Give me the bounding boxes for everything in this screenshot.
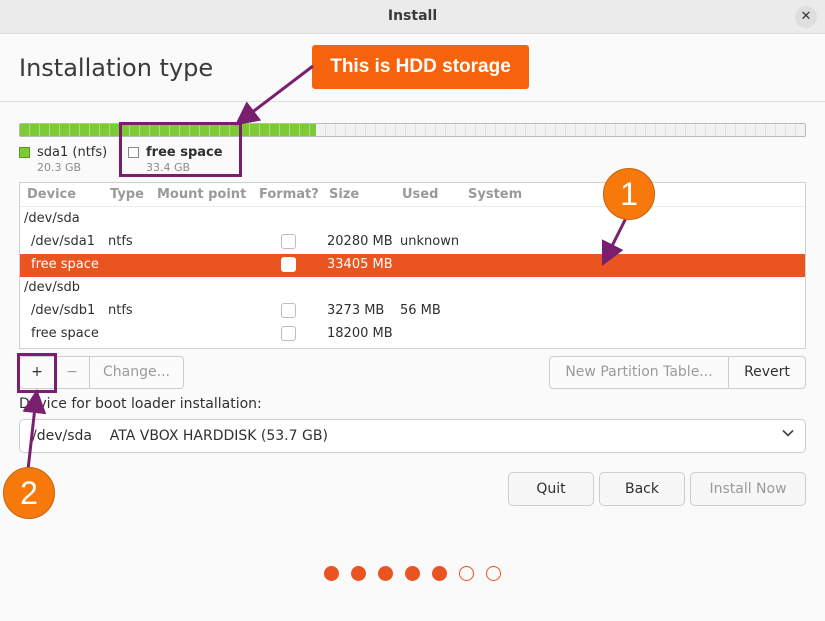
legend-swatch-green xyxy=(19,147,30,158)
highlight-box-add-button xyxy=(17,353,57,393)
cell-device: /dev/sda1 xyxy=(31,234,95,249)
disk-free-segment xyxy=(316,124,805,136)
chevron-down-icon xyxy=(782,429,794,437)
title-bar: Install ✕ xyxy=(0,0,825,34)
progress-dot-complete xyxy=(351,566,366,581)
progress-dot-complete xyxy=(324,566,339,581)
table-row[interactable]: /dev/sda xyxy=(20,208,805,231)
cell-size: 3273 MB xyxy=(327,303,385,318)
annotation-callout: This is HDD storage xyxy=(312,45,529,89)
table-row[interactable]: /dev/sdb xyxy=(20,277,805,300)
column-header-format[interactable]: Format? xyxy=(259,187,319,202)
annotation-badge-2: 2 xyxy=(3,467,55,519)
cell-device: /dev/sdb1 xyxy=(31,303,96,318)
format-checkbox[interactable] xyxy=(281,303,296,318)
column-header-used[interactable]: Used xyxy=(402,187,438,202)
column-header-type[interactable]: Type xyxy=(110,187,144,202)
close-button[interactable]: ✕ xyxy=(795,6,817,28)
format-checkbox[interactable] xyxy=(281,326,296,341)
arrow-to-free-space-legend xyxy=(234,64,314,126)
table-header: Device Type Mount point Format? Size Use… xyxy=(20,183,805,207)
table-row[interactable]: free space 33405 MB xyxy=(20,254,805,277)
column-header-system[interactable]: System xyxy=(468,187,522,202)
header-divider xyxy=(0,101,825,102)
cell-used: unknown xyxy=(400,234,460,249)
cell-device: /dev/sda xyxy=(24,211,80,226)
legend-size: 20.3 GB xyxy=(37,161,82,174)
cell-type: ntfs xyxy=(108,234,133,249)
column-header-mount-point[interactable]: Mount point xyxy=(157,187,246,202)
page-title: Installation type xyxy=(19,54,214,82)
window-title: Install xyxy=(387,8,438,24)
table-row[interactable]: free space 18200 MB xyxy=(20,323,805,346)
table-row[interactable]: /dev/sdb1 ntfs 3273 MB 56 MB xyxy=(20,300,805,323)
close-icon: ✕ xyxy=(800,9,812,24)
cell-device: /dev/sdb xyxy=(24,280,80,295)
partition-table: Device Type Mount point Format? Size Use… xyxy=(19,182,806,349)
progress-dot-pending xyxy=(459,566,474,581)
cell-device: free space xyxy=(31,257,99,272)
column-header-size[interactable]: Size xyxy=(329,187,359,202)
back-button[interactable]: Back xyxy=(599,472,685,506)
quit-button[interactable]: Quit xyxy=(508,472,594,506)
remove-partition-button[interactable]: − xyxy=(54,356,90,389)
progress-dot-complete xyxy=(378,566,393,581)
cell-type: ntfs xyxy=(108,303,133,318)
cell-device: free space xyxy=(31,326,99,341)
progress-dot-complete xyxy=(405,566,420,581)
boot-loader-value: /dev/sda ATA VBOX HARDDISK (53.7 GB) xyxy=(32,428,328,444)
progress-dot-pending xyxy=(486,566,501,581)
legend-name: sda1 (ntfs) xyxy=(37,145,108,160)
install-now-button[interactable]: Install Now xyxy=(690,472,806,506)
progress-dot-complete xyxy=(432,566,447,581)
annotation-badge-1: 1 xyxy=(603,168,655,220)
cell-used: 56 MB xyxy=(400,303,441,318)
cell-size: 18200 MB xyxy=(327,326,393,341)
format-checkbox[interactable] xyxy=(281,257,296,272)
column-header-device[interactable]: Device xyxy=(27,187,76,202)
revert-button[interactable]: Revert xyxy=(728,356,806,389)
cell-size: 20280 MB xyxy=(327,234,393,249)
installer-window: Install ✕ Installation type sda1 (ntfs) … xyxy=(0,0,825,621)
boot-loader-label: Device for boot loader installation: xyxy=(19,396,262,412)
change-partition-button[interactable]: Change... xyxy=(89,356,184,389)
highlight-box-free-space xyxy=(119,122,242,177)
cell-size: 33405 MB xyxy=(327,257,393,272)
format-checkbox[interactable] xyxy=(281,234,296,249)
boot-loader-select[interactable]: /dev/sda ATA VBOX HARDDISK (53.7 GB) xyxy=(19,419,806,453)
new-partition-table-button[interactable]: New Partition Table... xyxy=(549,356,729,389)
progress-dots xyxy=(0,566,825,582)
table-row[interactable]: /dev/sda1 ntfs 20280 MB unknown xyxy=(20,231,805,254)
